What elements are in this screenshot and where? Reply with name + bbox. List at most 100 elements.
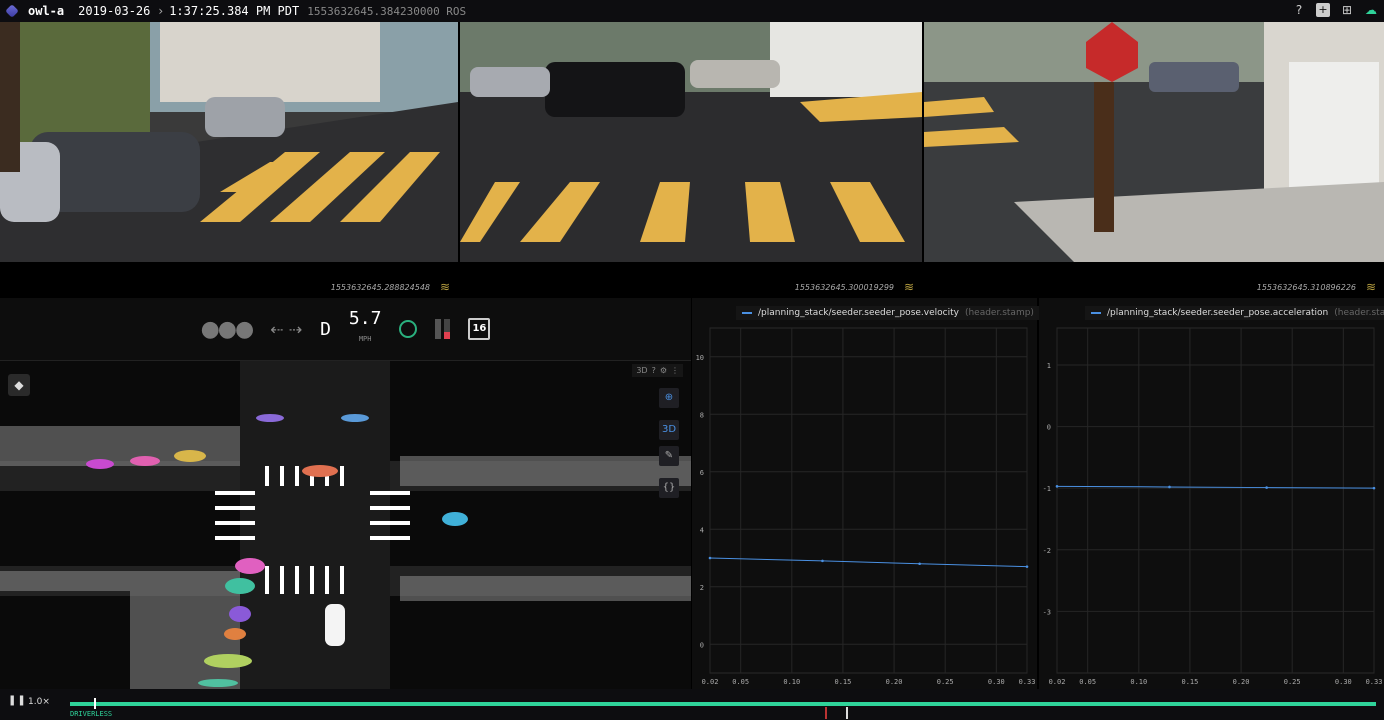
3d-toolbar: 3D ? ⚙ ⋮ — [632, 364, 683, 377]
x-tick-label: 0.20 — [1233, 678, 1250, 686]
driverless-tag: DRIVERLESS — [70, 710, 113, 718]
x-tick-label: 0.33 — [1019, 678, 1036, 686]
x-tick-label: 0.20 — [886, 678, 903, 686]
x-tick-label: 0.15 — [1182, 678, 1199, 686]
y-tick-label: 4 — [700, 526, 704, 534]
legend-timestamp: (header.stamp) — [1334, 308, 1384, 318]
data-point — [1025, 565, 1029, 568]
x-tick-label: 0.30 — [1335, 678, 1352, 686]
waves-icon[interactable]: ≋ — [1366, 280, 1376, 294]
timeline-track[interactable] — [70, 702, 1376, 706]
lidar-map[interactable] — [0, 361, 691, 689]
legend-label: /planning_stack/seeder.seeder_pose.accel… — [1107, 308, 1329, 318]
help-icon[interactable]: ? — [1292, 3, 1306, 17]
steering-wheel-icon — [399, 320, 418, 338]
plot-panel-velocity: 0.02 0.05 0.10 0.15 0.20 0.25 0.30 0.33 0 2 4 6 8 10 … — [692, 298, 1040, 689]
acceleration-chart[interactable]: 0.02 0.05 0.10 0.15 0.20 0.25 0.30 0.33 1 0 -1 -2 -3 — [1039, 298, 1384, 689]
y-tick-label: -1 — [1043, 485, 1051, 493]
x-tick-label: 0.10 — [1130, 678, 1147, 686]
legend-line-swatch — [742, 312, 752, 314]
camera-image-left — [0, 22, 458, 262]
legend-timestamp: (header.stamp) — [964, 308, 1034, 318]
x-tick-label: 0.25 — [937, 678, 954, 686]
y-tick-label: 0 — [700, 641, 704, 649]
legend-line-swatch — [1091, 312, 1101, 314]
add-panel-icon[interactable]: + — [1316, 3, 1330, 17]
x-tick-label: 0.15 — [835, 678, 852, 686]
y-tick-label: -2 — [1043, 547, 1051, 555]
data-point — [1372, 486, 1376, 490]
data-point — [1265, 486, 1268, 489]
x-tick-label: 0.02 — [702, 678, 719, 686]
publish-braces-button[interactable]: {} — [659, 478, 679, 498]
data-point — [708, 556, 712, 560]
top-bar: owl-a 2019-03-26 › 1:37:25.384 PM PDT 15… — [0, 0, 1384, 22]
settings-gear-icon[interactable]: ⚙ — [660, 366, 667, 375]
cloud-icon[interactable]: ☁ — [1364, 3, 1378, 17]
measure-ruler-icon[interactable]: ✎ — [659, 446, 679, 466]
timeline-playhead[interactable] — [94, 698, 96, 709]
timeline-marker[interactable] — [846, 707, 848, 719]
series-line — [709, 557, 1028, 568]
waves-icon[interactable]: ≋ — [440, 280, 450, 294]
velocity-chart[interactable]: 0.02 0.05 0.10 0.15 0.20 0.25 0.30 0.33 0 2 4 6 8 10 — [692, 298, 1037, 689]
x-tick-label: 0.25 — [1284, 678, 1301, 686]
time-label: 1:37:25.384 PM PDT — [169, 4, 300, 18]
follow-target-icon[interactable]: ⊕ — [659, 388, 679, 408]
camera-image-center — [460, 22, 922, 262]
pause-icon[interactable]: ❚❚ — [8, 695, 27, 706]
x-tick-label: 0.05 — [1079, 678, 1096, 686]
y-tick-label: 8 — [700, 411, 704, 419]
camera-panel-left: 1553632645.288824548 ≋ — [0, 22, 458, 298]
y-tick-label: 2 — [700, 584, 704, 592]
speed-value: 5.7 — [348, 308, 382, 329]
camera-panel-center: 1553632645.300019299 ≋ — [460, 22, 922, 298]
status-dots-icon: ●●● — [200, 316, 255, 342]
menu-icon[interactable]: ⋮ — [671, 366, 679, 375]
help-icon[interactable]: ? — [652, 366, 656, 375]
ego-vehicle — [325, 604, 345, 646]
x-tick-label: 0.10 — [783, 678, 800, 686]
y-tick-label: -3 — [1043, 608, 1051, 616]
plot-panel-acceleration: 0.02 0.05 0.10 0.15 0.20 0.25 0.30 0.33 1 0 -1 -2 -3… — [1039, 298, 1384, 689]
camera-panel-right: 1553632645.310896226 ≋ — [924, 22, 1384, 298]
plot-legend[interactable]: /planning_stack/seeder.seeder_pose.veloc… — [736, 306, 1040, 320]
camera-timestamp: 1553632645.300019299 — [794, 283, 894, 292]
y-tick-label: 1 — [1047, 362, 1051, 370]
data-point — [918, 562, 921, 566]
data-point — [1055, 485, 1059, 488]
chevron-right-icon: › — [158, 4, 164, 18]
date-label: 2019-03-26 — [78, 4, 151, 18]
view-3d-button[interactable]: 3D — [659, 420, 679, 440]
gear-indicator: D — [320, 318, 331, 340]
playback-speed[interactable]: 1.0× — [28, 697, 50, 707]
plot-area — [1056, 327, 1375, 674]
x-tick-label: 0.33 — [1366, 678, 1383, 686]
plot-area — [709, 327, 1028, 674]
camera-timestamp: 1553632645.288824548 — [330, 283, 430, 292]
vehicle-hud: ●●● ⇠ ⇢ D 5.7 MPH 16 — [0, 298, 691, 361]
y-tick-label: 0 — [1047, 424, 1051, 432]
robot-name[interactable]: owl-a — [28, 4, 64, 18]
app-logo-icon — [5, 4, 19, 18]
layout-grid-icon[interactable]: ⊞ — [1340, 3, 1354, 17]
pedals-icon — [435, 319, 451, 339]
data-point — [821, 559, 824, 563]
layers-icon[interactable]: ◆ — [8, 374, 30, 396]
y-tick-label: 10 — [696, 354, 704, 362]
data-point — [1168, 485, 1171, 489]
x-tick-label: 0.05 — [732, 678, 749, 686]
3d-panel: ●●● ⇠ ⇢ D 5.7 MPH 16 ◆ 3D ? ⚙ ⋮ ⊕ 3D ✎ {… — [0, 298, 691, 689]
camera-image-right — [924, 22, 1384, 262]
plot-legend[interactable]: /planning_stack/seeder.seeder_pose.accel… — [1085, 306, 1384, 320]
waves-icon[interactable]: ≋ — [904, 280, 914, 294]
x-tick-label: 0.30 — [988, 678, 1005, 686]
speed-readout: 5.7 MPH — [348, 308, 382, 347]
turn-signal-icon: ⇠ ⇢ — [270, 319, 303, 339]
camera-timestamp: 1553632645.310896226 — [1256, 283, 1356, 292]
speed-limit-sign: 16 — [468, 318, 491, 340]
3d-mode-toggle[interactable]: 3D — [636, 366, 647, 375]
playback-bar: ❚❚ 1.0× DRIVERLESS — [0, 689, 1384, 720]
timeline-marker[interactable] — [825, 707, 827, 719]
y-tick-label: 6 — [700, 469, 704, 477]
